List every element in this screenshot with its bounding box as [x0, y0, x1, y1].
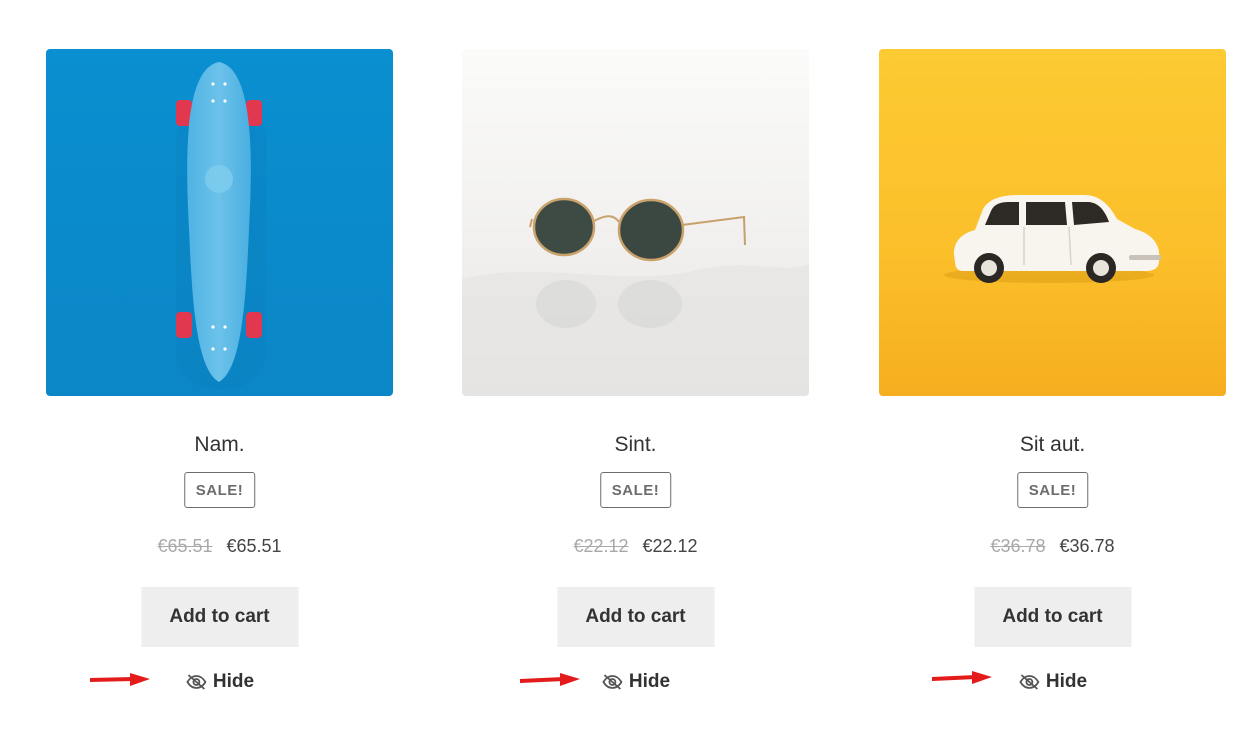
original-price: €65.51: [157, 536, 213, 556]
hide-product-link[interactable]: Hide: [1018, 671, 1087, 693]
hide-label: Hide: [212, 671, 255, 692]
sale-price: €22.12: [642, 536, 698, 556]
sale-badge: SALE!: [183, 472, 256, 508]
add-to-cart-button[interactable]: Add to cart: [974, 587, 1131, 647]
toy-car-image: [879, 49, 1226, 396]
add-to-cart-button[interactable]: Add to cart: [141, 587, 298, 647]
sunglasses-image: [462, 49, 809, 396]
annotation-arrow: [520, 673, 580, 686]
annotation-arrow: [932, 671, 992, 684]
product-card: Nam. SALE! €65.51 €65.51 Add to cart Hide: [46, 49, 393, 729]
eye-slash-icon: [1018, 674, 1039, 690]
skateboard-image: [46, 49, 393, 396]
eye-slash-icon: [601, 674, 622, 690]
original-price: €22.12: [573, 536, 629, 556]
product-image-toy-car[interactable]: [879, 49, 1226, 396]
hide-product-link[interactable]: Hide: [185, 671, 254, 693]
hide-label: Hide: [628, 671, 671, 692]
product-image-skateboard[interactable]: [46, 49, 393, 396]
product-price: €36.78 €36.78: [879, 536, 1226, 557]
product-card: Sint. SALE! €22.12 €22.12 Add to cart Hid…: [462, 49, 809, 729]
hide-label: Hide: [1045, 671, 1088, 692]
hide-product-link[interactable]: Hide: [601, 671, 670, 693]
eye-slash-icon: [185, 674, 206, 690]
sale-price: €65.51: [226, 536, 282, 556]
product-price: €65.51 €65.51: [46, 536, 393, 557]
product-grid: Nam. SALE! €65.51 €65.51 Add to cart Hide: [0, 0, 1258, 741]
add-to-cart-button[interactable]: Add to cart: [557, 587, 714, 647]
product-title[interactable]: Nam.: [46, 433, 393, 457]
original-price: €36.78: [990, 536, 1046, 556]
sale-price: €36.78: [1059, 536, 1115, 556]
product-title[interactable]: Sint.: [462, 433, 809, 457]
product-card: Sit aut. SALE! €36.78 €36.78 Add to cart …: [879, 49, 1226, 729]
annotation-arrow: [90, 673, 150, 686]
product-price: €22.12 €22.12: [462, 536, 809, 557]
product-image-sunglasses[interactable]: [462, 49, 809, 396]
sale-badge: SALE!: [1016, 472, 1089, 508]
sale-badge: SALE!: [599, 472, 672, 508]
product-title[interactable]: Sit aut.: [879, 433, 1226, 457]
